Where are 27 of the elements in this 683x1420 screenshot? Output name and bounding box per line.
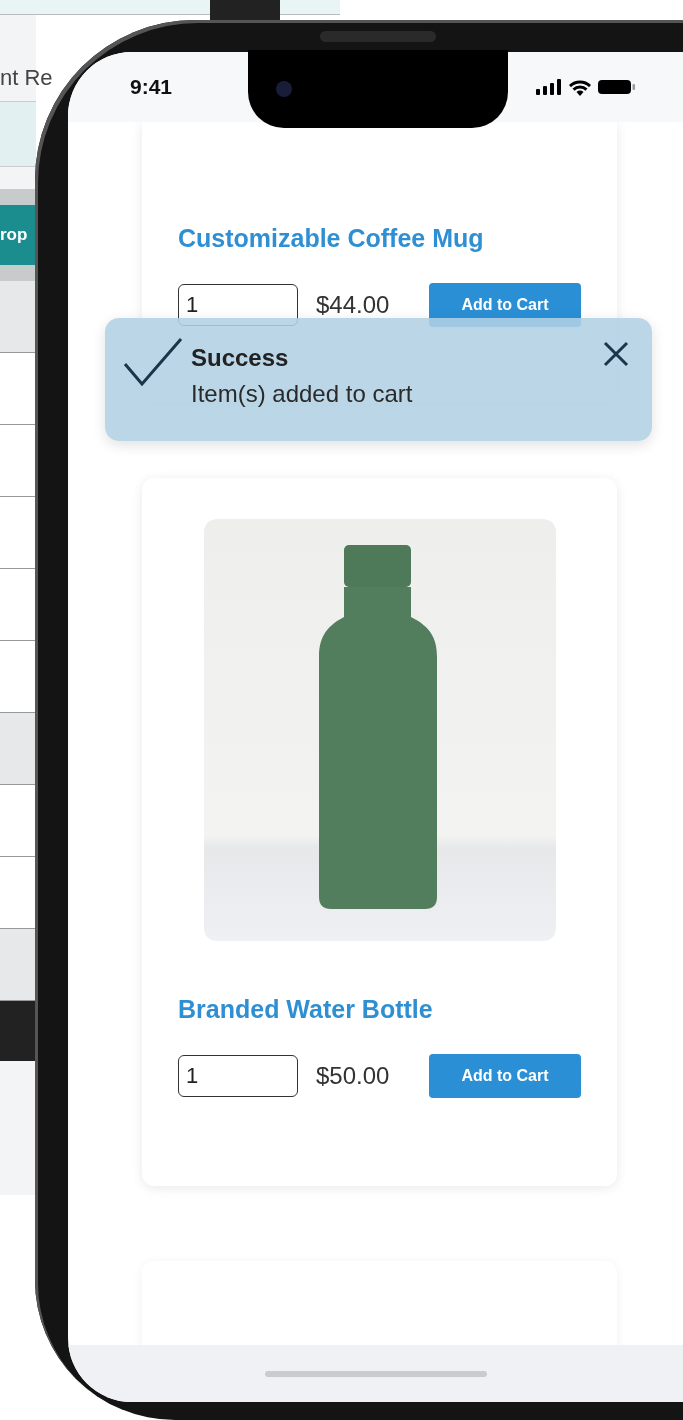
add-to-cart-button[interactable]: Add to Cart xyxy=(429,1054,581,1098)
quantity-field[interactable]: 1 xyxy=(178,1055,298,1097)
wifi-icon xyxy=(568,78,592,96)
info-panel xyxy=(0,101,36,167)
checkmark-icon xyxy=(123,338,183,386)
product-title[interactable]: Customizable Coffee Mug xyxy=(178,224,581,253)
table-row xyxy=(0,713,36,785)
table-row xyxy=(0,929,36,1001)
table-row xyxy=(0,425,36,497)
product-price: $50.00 xyxy=(316,1062,391,1090)
footer-bar xyxy=(0,1001,36,1061)
toast-title: Success xyxy=(191,344,290,372)
product-title[interactable]: Branded Water Bottle xyxy=(178,995,581,1024)
toast-message: Item(s) added to cart xyxy=(191,380,414,408)
table-row xyxy=(0,497,36,569)
battery-icon xyxy=(598,79,636,95)
table-row xyxy=(0,857,36,929)
table-row xyxy=(0,353,36,425)
table-row xyxy=(0,785,36,857)
product-price: $44.00 xyxy=(316,291,391,319)
signal-icon xyxy=(536,79,562,95)
table-row xyxy=(0,641,36,713)
status-time: 9:41 xyxy=(130,75,173,99)
table-row xyxy=(0,281,36,353)
drop-button[interactable]: rop xyxy=(0,205,36,265)
window-label: nt Re xyxy=(0,65,53,91)
table-row xyxy=(0,569,36,641)
